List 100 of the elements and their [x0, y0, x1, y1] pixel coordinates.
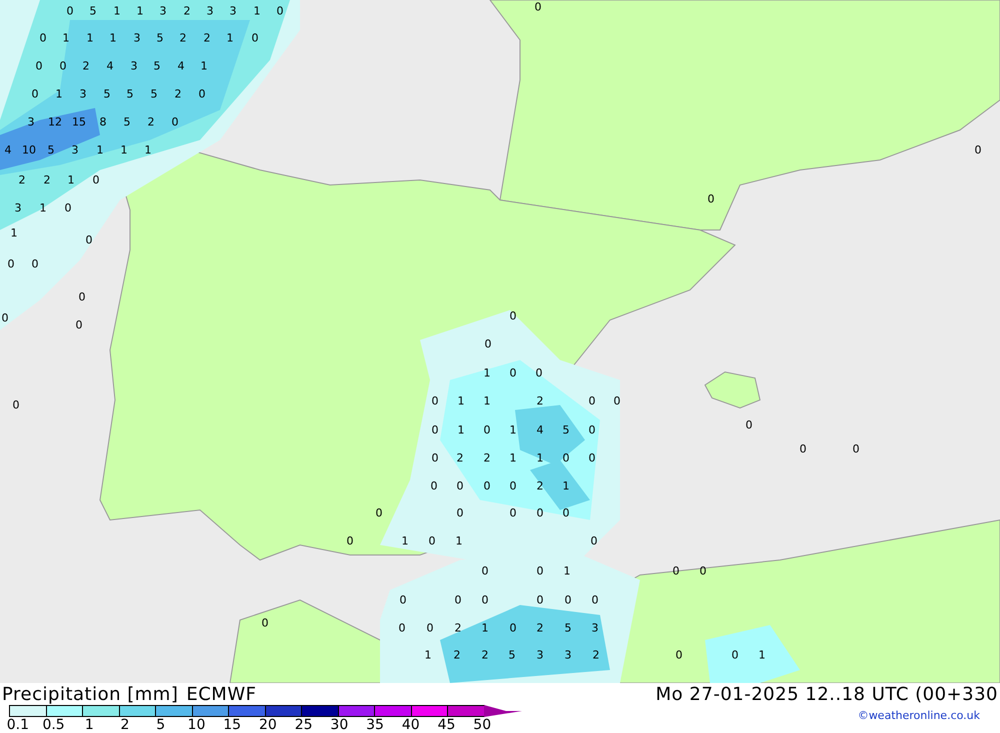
precipitation-value: 0 [484, 338, 492, 350]
precipitation-value: 3 [72, 144, 78, 156]
precipitation-value: 2 [536, 396, 544, 406]
precipitation-value: 1 [144, 144, 152, 156]
precipitation-value: 2 [82, 60, 90, 72]
precipitation-value: 1 [424, 650, 432, 660]
precipitation-value: 1 [40, 202, 46, 214]
precipitation-value: 2 [184, 6, 190, 16]
precipitation-value: 0 [536, 368, 542, 378]
precipitation-value: 0 [252, 32, 258, 44]
precipitation-value: 2 [454, 650, 460, 660]
precipitation-value: 0 [484, 424, 490, 436]
precipitation-value: 0 [482, 566, 488, 576]
precipitation-value: 0 [32, 258, 38, 270]
precipitation-value: 0 [12, 400, 20, 410]
precipitation-value: 0 [66, 6, 74, 16]
precipitation-value: 1 [482, 622, 488, 634]
precipitation-value: 1 [120, 144, 128, 156]
legend-tick-label: 10 [186, 717, 206, 733]
precipitation-value: 10 [22, 144, 36, 156]
precipitation-value: 2 [454, 622, 462, 634]
precipitation-value: 0 [376, 508, 382, 518]
precipitation-value: 2 [174, 88, 182, 100]
precipitation-value: 8 [100, 116, 106, 128]
legend-tick-label: 0.5 [41, 717, 66, 733]
precipitation-value: 1 [458, 396, 464, 406]
precipitation-value: 3 [134, 32, 140, 44]
legend-tick-label: 5 [155, 717, 166, 733]
precipitation-value: 0 [40, 32, 46, 44]
precipitation-value: 0 [2, 312, 8, 324]
precipitation-value: 2 [180, 32, 186, 44]
precipitation-value: 2 [484, 452, 490, 464]
legend-tick-label: 2 [120, 717, 130, 733]
precipitation-value: 0 [36, 60, 42, 72]
legend-tick-label: 30 [329, 717, 350, 733]
precipitation-value: 1 [254, 6, 260, 16]
precipitation-value: 0 [426, 622, 434, 634]
precipitation-value: 0 [510, 310, 516, 322]
precipitation-value: 3 [564, 650, 572, 660]
precipitation-value: 2 [592, 650, 600, 660]
precipitation-value: 5 [48, 144, 54, 156]
precipitation-value: 0 [432, 424, 438, 436]
precipitation-value: 0 [456, 508, 464, 518]
precipitation-value: 0 [588, 424, 596, 436]
precipitation-value: 1 [110, 32, 116, 44]
precipitation-value: 1 [562, 480, 570, 492]
precipitation-value: 1 [114, 6, 120, 16]
precipitation-value: 1 [136, 6, 144, 16]
precipitation-value: 0 [92, 174, 100, 186]
precipitation-value: 3 [160, 6, 166, 16]
precipitation-value: 1 [456, 536, 462, 546]
precipitation-value: 0 [974, 144, 982, 156]
precipitation-value: 1 [402, 536, 408, 546]
precipitation-value: 1 [10, 228, 18, 238]
precipitation-value: 2 [536, 622, 544, 634]
precipitation-value: 3 [230, 6, 236, 16]
precipitation-value: 0 [432, 452, 438, 464]
precipitation-value: 1 [62, 32, 70, 44]
precipitation-value: 1 [68, 174, 74, 186]
precipitation-value: 1 [96, 144, 104, 156]
precipitation-value: 0 [78, 292, 86, 302]
precipitation-value: 0 [346, 536, 354, 546]
precipitation-value: 5 [562, 424, 570, 436]
precipitation-value: 0 [276, 6, 284, 16]
precipitation-value: 0 [510, 508, 516, 518]
precipitation-value: 12 [48, 116, 62, 128]
precipitation-value: 2 [18, 174, 26, 186]
precipitation-value: 1 [56, 88, 62, 100]
legend-tick-label: 40 [400, 717, 421, 733]
precipitation-value: 1 [536, 452, 544, 464]
precipitation-value: 1 [484, 396, 490, 406]
precipitation-value: 0 [588, 452, 596, 464]
precipitation-value: 0 [700, 566, 706, 576]
precipitation-value: 0 [32, 88, 38, 100]
precipitation-value: 0 [86, 234, 92, 246]
precipitation-value: 0 [708, 194, 714, 204]
precipitation-value: 2 [536, 480, 544, 492]
precipitation-value: 0 [746, 420, 752, 430]
precipitation-value: 4 [178, 60, 184, 72]
credit-link[interactable]: ©weatheronline.co.uk [858, 709, 980, 722]
precipitation-value: 0 [60, 60, 66, 72]
precipitation-value: 0 [510, 368, 516, 378]
legend-arrow-icon [484, 705, 522, 717]
precipitation-value: 0 [676, 650, 682, 660]
legend-title: Precipitation [mm] [2, 684, 178, 704]
precipitation-value: 0 [614, 396, 620, 406]
precipitation-value: 3 [536, 650, 544, 660]
precipitation-value: 0 [398, 622, 406, 634]
precipitation-value: 5 [126, 88, 134, 100]
legend-tick-label: 45 [436, 717, 456, 733]
valid-time: Mo 27-01-2025 12..18 UTC (00+330 [656, 684, 998, 704]
legend-tick-label: 15 [222, 717, 242, 733]
precipitation-value: 0 [852, 444, 860, 454]
precipitation-value: 0 [8, 258, 14, 270]
precipitation-value: 0 [76, 320, 82, 330]
precipitation-value: 3 [14, 202, 22, 214]
legend-tick-label: 35 [365, 717, 385, 733]
precipitation-value: 3 [130, 60, 138, 72]
precipitation-value: 2 [204, 32, 210, 44]
precipitation-value: 3 [206, 6, 214, 16]
